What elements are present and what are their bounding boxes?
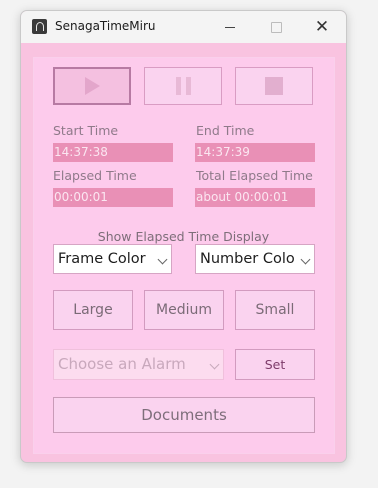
frame-color-select[interactable]: Frame Color	[53, 244, 172, 274]
start-time-value: 14:37:38	[53, 143, 173, 162]
app-icon	[32, 19, 47, 34]
total-elapsed-time-label: Total Elapsed Time	[196, 168, 313, 183]
small-button[interactable]: Small	[235, 290, 315, 330]
stop-icon	[265, 77, 283, 95]
window-title: SenagaTimeMiru	[55, 19, 156, 33]
pause-icon	[175, 77, 191, 95]
total-elapsed-time-value: about 00:00:01	[195, 188, 315, 207]
pause-button[interactable]	[144, 67, 222, 105]
elapsed-display-title: Show Elapsed Time Display	[97, 229, 270, 244]
minimize-icon	[225, 26, 235, 28]
maximize-icon	[270, 21, 282, 33]
chevron-down-icon	[157, 254, 168, 265]
play-button[interactable]	[53, 67, 131, 105]
elapsed-time-label: Elapsed Time	[53, 168, 137, 183]
alarm-placeholder: Choose an Alarm	[58, 355, 186, 373]
alarm-select[interactable]: Choose an Alarm	[53, 349, 224, 380]
number-color-select[interactable]: Number Colo	[195, 244, 315, 274]
set-alarm-button[interactable]: Set	[235, 349, 315, 380]
large-button[interactable]: Large	[53, 290, 133, 330]
stop-button[interactable]	[235, 67, 313, 105]
end-time-value: 14:37:39	[195, 143, 315, 162]
app-window: SenagaTimeMiru ✕ Start Time 14:37:38 End…	[20, 10, 347, 463]
elapsed-time-value: 00:00:01	[53, 188, 173, 207]
title-bar[interactable]: SenagaTimeMiru ✕	[21, 11, 346, 43]
minimize-button[interactable]	[207, 11, 253, 43]
end-time-label: End Time	[196, 123, 255, 138]
play-icon	[84, 77, 100, 95]
documents-button[interactable]: Documents	[53, 397, 315, 433]
chevron-down-icon	[209, 359, 220, 370]
close-icon: ✕	[314, 17, 330, 37]
number-color-value: Number Colo	[200, 251, 295, 267]
close-button[interactable]: ✕	[299, 11, 345, 43]
maximize-button[interactable]	[253, 11, 299, 43]
chevron-down-icon	[300, 254, 311, 265]
medium-button[interactable]: Medium	[144, 290, 224, 330]
frame-color-value: Frame Color	[58, 251, 146, 267]
start-time-label: Start Time	[53, 123, 119, 138]
